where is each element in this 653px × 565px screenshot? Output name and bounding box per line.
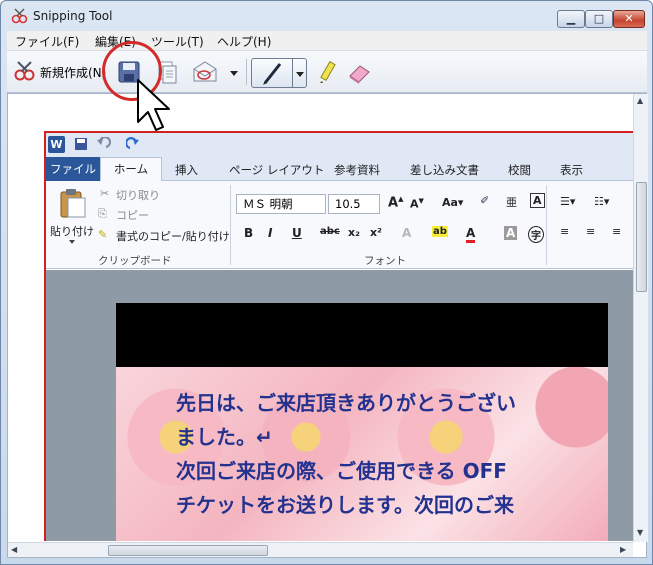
snipping-tool-icon xyxy=(11,8,28,24)
clear-format-icon[interactable]: ✐ xyxy=(480,194,489,207)
maximize-button[interactable]: □ xyxy=(585,10,613,28)
format-painter-button[interactable]: 書式のコピー/貼り付け xyxy=(116,228,230,244)
window-title: Snipping Tool xyxy=(33,9,113,23)
char-shading-icon[interactable]: A xyxy=(504,226,518,240)
word-tab-file[interactable]: ファイル xyxy=(46,157,100,181)
undo-icon[interactable] xyxy=(96,137,118,151)
send-icon xyxy=(193,61,217,82)
group-separator xyxy=(230,185,231,265)
word-document-area: 先日は、ご来店頂きありがとうござい ました。↵ 次回ご来店の際、ご使用できる O… xyxy=(46,270,634,541)
copy-icon: ⎘ xyxy=(98,207,107,220)
pen-tool-button[interactable] xyxy=(251,58,307,88)
document-page: 先日は、ご来店頂きありがとうござい ました。↵ 次回ご来店の際、ご使用できる O… xyxy=(116,367,608,541)
chevron-down-icon xyxy=(230,71,238,76)
vertical-scroll-thumb[interactable] xyxy=(636,182,647,292)
pen-icon xyxy=(263,63,282,85)
chevron-down-icon[interactable] xyxy=(68,239,76,245)
eraser-icon xyxy=(349,65,370,84)
numbering-icon[interactable]: ☷▾ xyxy=(594,195,609,208)
format-painter-icon: ✎ xyxy=(98,228,108,241)
underline-icon[interactable]: U xyxy=(292,226,302,240)
vertical-scrollbar[interactable]: ▲ ▼ xyxy=(633,94,648,542)
word-ribbon: 貼り付け ✂ 切り取り ⎘ コピー ✎ 書式のコピー/貼り付け クリップボード … xyxy=(46,181,634,269)
eraser-button[interactable] xyxy=(345,58,373,86)
bullets-icon[interactable]: ☰▾ xyxy=(560,195,575,208)
clipboard-group-label: クリップボード xyxy=(98,255,172,267)
capture-area: W ファイル ホーム 挿入 ページ レイアウト 参考資料 差し込み文書 校閲 表… xyxy=(7,93,648,558)
word-tab-review[interactable]: 校閲 xyxy=(508,162,531,178)
doc-line: 次回ご来店の際、ご使用できる OFF xyxy=(176,459,507,483)
new-snip-button[interactable]: 新規作成(N) xyxy=(11,60,111,84)
change-case-icon[interactable]: Aa▾ xyxy=(442,196,463,209)
italic-icon[interactable]: I xyxy=(268,226,272,240)
menu-bar: ファイル(F) 編集(E) ツール(T) ヘルプ(H) xyxy=(7,31,647,51)
new-snip-label: 新規作成(N) xyxy=(40,66,107,80)
doc-line: チケットをお送りします。次回のご来 xyxy=(176,493,514,517)
enclose-char-icon[interactable]: 字 xyxy=(528,226,544,243)
bold-icon[interactable]: B xyxy=(244,226,253,240)
close-button[interactable]: ✕ xyxy=(613,10,645,28)
cursor-icon xyxy=(137,79,170,131)
scroll-left-icon[interactable]: ◀ xyxy=(11,545,17,554)
send-dropdown[interactable] xyxy=(227,58,241,86)
highlight-icon[interactable]: ab xyxy=(432,226,448,237)
cut-icon: ✂ xyxy=(100,187,110,200)
align-center-icon[interactable]: ≡ xyxy=(586,225,595,238)
scroll-right-icon[interactable]: ▶ xyxy=(620,545,626,554)
copy-button[interactable]: コピー xyxy=(116,207,149,223)
font-color-icon[interactable]: A xyxy=(466,226,476,243)
snipping-tool-window: Snipping Tool ▁ □ ✕ ファイル(F) 編集(E) ツール(T)… xyxy=(0,0,653,565)
new-snip-icon xyxy=(14,61,35,81)
menu-file[interactable]: ファイル(F) xyxy=(15,33,79,50)
align-left-icon[interactable]: ≡ xyxy=(560,225,569,238)
grow-font-icon[interactable]: A▲ xyxy=(388,195,403,210)
horizontal-scroll-thumb[interactable] xyxy=(108,545,268,556)
scroll-up-icon[interactable]: ▲ xyxy=(637,96,643,105)
phonetic-guide-icon[interactable]: 亜 xyxy=(506,194,517,210)
highlighter-icon xyxy=(320,61,336,83)
close-icon: ✕ xyxy=(624,12,634,25)
minimize-button[interactable]: ▁ xyxy=(557,10,585,28)
shrink-font-icon[interactable]: A▼ xyxy=(410,197,424,211)
paste-icon xyxy=(60,189,86,218)
scroll-down-icon[interactable]: ▼ xyxy=(637,528,643,537)
captured-snip: W ファイル ホーム 挿入 ページ レイアウト 参考資料 差し込み文書 校閲 表… xyxy=(44,131,634,541)
menu-tools[interactable]: ツール(T) xyxy=(151,33,204,50)
word-logo-icon: W xyxy=(48,136,65,153)
subscript-icon[interactable]: x₂ xyxy=(348,226,360,239)
maximize-icon: □ xyxy=(593,12,605,25)
text-effects-icon[interactable]: A xyxy=(402,226,411,240)
horizontal-scrollbar[interactable]: ◀ ▶ xyxy=(8,542,633,557)
title-bar[interactable]: Snipping Tool ▁ □ ✕ xyxy=(1,1,652,31)
word-ribbon-tabs: ファイル ホーム 挿入 ページ レイアウト 参考資料 差し込み文書 校閲 表示 xyxy=(46,157,634,182)
minimize-icon: ▁ xyxy=(566,12,576,25)
group-separator xyxy=(546,185,547,265)
align-right-icon[interactable]: ≡ xyxy=(612,225,621,238)
superscript-icon[interactable]: x² xyxy=(370,226,382,239)
strikethrough-icon[interactable]: abc xyxy=(320,226,340,237)
word-tab-references[interactable]: 参考資料 xyxy=(334,162,380,178)
doc-line: 先日は、ご来店頂きありがとうござい xyxy=(176,391,516,415)
word-tab-insert[interactable]: 挿入 xyxy=(175,162,198,178)
word-tab-home[interactable]: ホーム xyxy=(100,157,162,182)
word-tab-mailings[interactable]: 差し込み文書 xyxy=(410,162,479,178)
font-size-value: 10.5 xyxy=(335,197,361,211)
highlighter-button[interactable] xyxy=(313,58,341,86)
font-group-label: フォント xyxy=(364,255,406,267)
toolbar-separator xyxy=(246,59,247,85)
word-tab-view[interactable]: 表示 xyxy=(560,162,583,178)
char-border-icon[interactable]: A xyxy=(530,193,545,208)
page-header-block xyxy=(116,303,608,367)
font-size-select[interactable]: 10.5 xyxy=(328,194,380,214)
menu-help[interactable]: ヘルプ(H) xyxy=(217,33,271,50)
font-name-value: ＭＳ 明朝 xyxy=(243,197,293,211)
font-name-select[interactable]: ＭＳ 明朝 xyxy=(236,194,326,214)
doc-line: ました。↵ xyxy=(176,425,273,449)
cut-button[interactable]: 切り取り xyxy=(116,187,160,203)
send-button[interactable] xyxy=(191,58,219,86)
paste-button[interactable]: 貼り付け xyxy=(50,223,94,239)
save-icon[interactable] xyxy=(74,137,88,151)
word-tab-page-layout[interactable]: ページ レイアウト xyxy=(229,162,324,178)
chevron-down-icon[interactable] xyxy=(293,59,307,87)
